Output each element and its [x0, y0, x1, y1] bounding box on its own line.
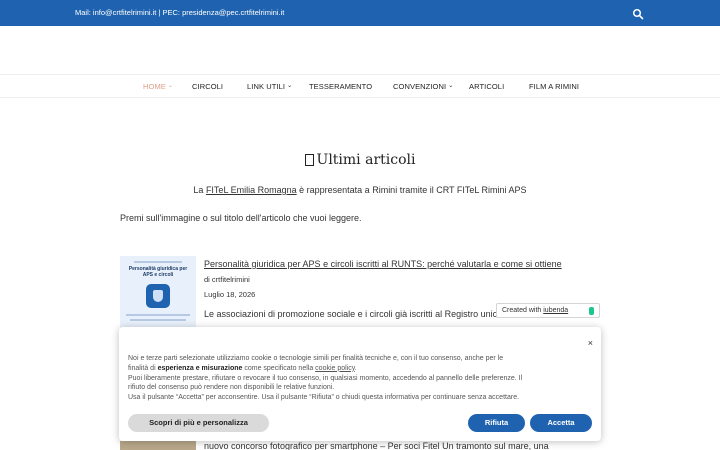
cookie-policy-link[interactable]: cookie policy [315, 365, 355, 372]
post-author: di crtfitelrimini [204, 275, 250, 284]
cookie-text-fragment: . [354, 364, 357, 372]
fitel-emilia-romagna-link[interactable]: FITeL Emilia Romagna [206, 185, 297, 195]
nav-item-label: LINK UTILI [247, 82, 286, 91]
top-bar: Mail: info@crtfitelrimini.it | PEC: pres… [0, 0, 720, 26]
section-title: Ultimi articoli [0, 152, 720, 168]
nav-item-convenzioni[interactable]: CONVENZIONI ⌄ [393, 82, 453, 91]
cookie-text-line: rifiuto del consenso può rendere non dis… [128, 384, 335, 392]
post-thumbnail[interactable]: Personalità giuridica per APS e circoli [120, 256, 196, 336]
cookie-text-line: finalità di esperienza e misurazione com… [128, 364, 588, 374]
post-excerpt: Le associazioni di promozione sociale e … [204, 309, 503, 319]
nav-item-label: TESSERAMENTO [309, 82, 373, 91]
nav-item-label: FILM A RIMINI [529, 82, 580, 91]
section-title-text: Ultimi articoli [316, 152, 416, 168]
nav-item-home[interactable]: HOME ⌄ [143, 82, 173, 91]
cookie-text-line: Noi e terze parti selezionate utilizziam… [128, 355, 504, 362]
main-nav: HOME ⌄ CIRCOLI LINK UTILI ⌄ TESSERAMENTO C… [0, 74, 720, 98]
nav-item-label: HOME [143, 82, 166, 91]
customize-button[interactable]: Scopri di più e personalizza [128, 414, 269, 432]
document-icon [304, 154, 314, 166]
shield-icon [146, 284, 170, 308]
chevron-down-icon: ⌄ [287, 83, 293, 89]
thumbnail-line [130, 319, 186, 321]
chevron-down-icon: ⌄ [167, 83, 174, 89]
cookie-banner: × Noi e terze parti selezionate utilizzi… [119, 327, 601, 441]
close-icon[interactable]: × [588, 338, 593, 348]
intro-prefix: La [193, 185, 206, 195]
nav-item-circoli[interactable]: CIRCOLI [192, 82, 223, 91]
cookie-banner-text: Noi e terze parti selezionate utilizziam… [128, 354, 588, 403]
cookie-text-fragment: come specificato nella [242, 364, 316, 372]
iubenda-brand: iubenda [543, 307, 569, 314]
intro-text: La FITeL Emilia Romagna è rappresentata … [0, 185, 720, 195]
iubenda-logo-icon [589, 307, 594, 315]
nav-item-link-utili[interactable]: LINK UTILI ⌄ [247, 82, 292, 91]
nav-item-label: CONVENZIONI [393, 82, 447, 91]
cookie-text-bold: esperienza e misurazione [157, 364, 243, 372]
nav-item-label: ARTICOLI [469, 82, 505, 91]
nav-item-film-a-rimini[interactable]: FILM A RIMINI [529, 82, 579, 91]
thumbnail-title: Personalità giuridica per APS e circoli [128, 266, 188, 278]
nav-item-tesseramento[interactable]: TESSERAMENTO [309, 82, 372, 91]
post-title-link[interactable]: Personalità giuridica per APS e circoli … [204, 259, 562, 269]
intro-suffix: è rappresentata a Rimini tramite il CRT … [296, 185, 527, 195]
chevron-down-icon: ⌄ [448, 83, 454, 89]
search-icon[interactable] [632, 7, 644, 20]
cookie-text-line: Usa il pulsante “Accetta” per acconsenti… [128, 394, 520, 402]
post-title-link[interactable]: nuovo concorso fotografico per smartphon… [204, 441, 549, 450]
accept-button[interactable]: Accetta [530, 414, 592, 432]
thumbnail-line [126, 314, 190, 316]
post-thumbnail[interactable] [120, 441, 196, 450]
contact-info: Mail: info@crtfitelrimini.it | PEC: pres… [75, 8, 285, 17]
nav-item-label: CIRCOLI [192, 82, 224, 91]
instructions-text: Premi sull'immagine o sul titolo dell'ar… [120, 213, 362, 223]
iubenda-badge-label: Created with iubenda [502, 307, 568, 314]
post-date: Luglio 18, 2026 [204, 290, 256, 299]
iubenda-badge[interactable]: Created with iubenda [496, 303, 600, 318]
nav-item-articoli[interactable]: ARTICOLI [469, 82, 504, 91]
thumbnail-line [134, 261, 182, 263]
cookie-text-fragment: finalità di [128, 364, 158, 372]
iubenda-prefix: Created with [502, 307, 544, 314]
cookie-text-line: Puoi liberamente prestare, rifiutare o r… [128, 374, 523, 382]
reject-button[interactable]: Rifiuta [468, 414, 525, 432]
